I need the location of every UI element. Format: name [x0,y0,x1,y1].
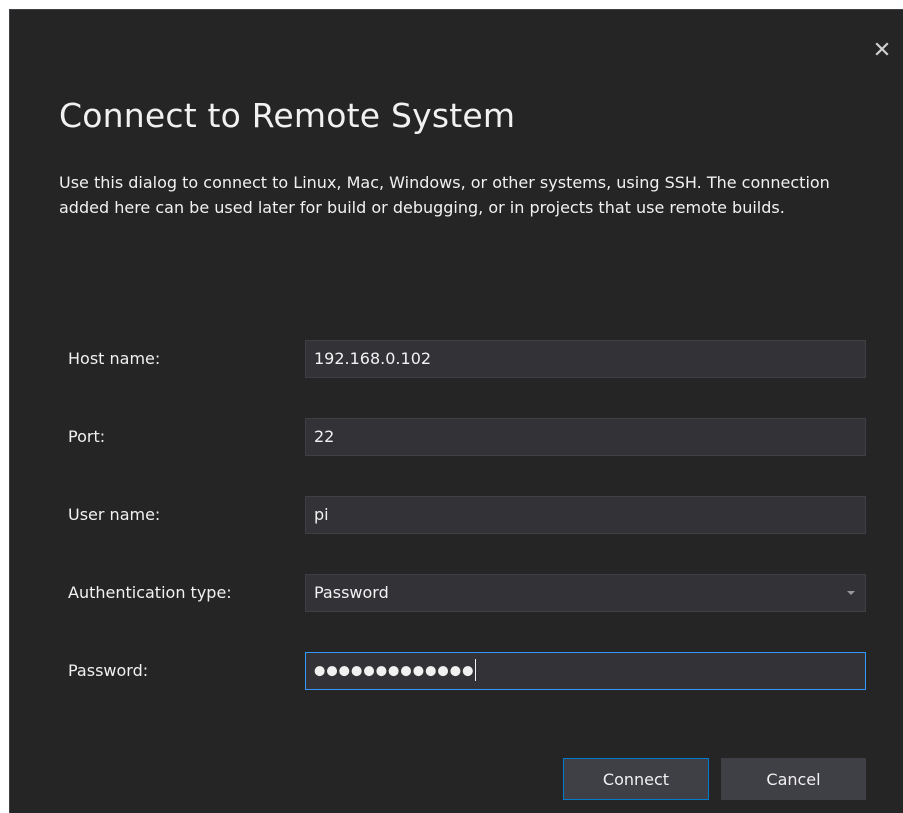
port-label: Port: [68,427,106,446]
port-row: Port: 22 [68,418,868,456]
dialog-title: Connect to Remote System [59,96,516,135]
chevron-down-icon [847,591,855,595]
user-name-value: pi [314,505,329,524]
connect-remote-dialog: Connect to Remote System Use this dialog… [9,9,903,813]
port-input[interactable]: 22 [305,418,866,456]
auth-type-select[interactable]: Password [305,574,866,612]
connect-button[interactable]: Connect [563,758,709,800]
cancel-button[interactable]: Cancel [721,758,866,800]
host-name-input[interactable]: 192.168.0.102 [305,340,866,378]
user-name-row: User name: pi [68,496,868,534]
host-name-value: 192.168.0.102 [314,349,432,368]
close-icon [875,42,889,56]
auth-type-value: Password [314,583,389,602]
dialog-description: Use this dialog to connect to Linux, Mac… [59,173,830,217]
text-caret [475,658,477,681]
password-value: ●●●●●●●●●●●●● [314,663,475,679]
host-name-row: Host name: 192.168.0.102 [68,340,868,378]
user-name-label: User name: [68,505,161,524]
password-row: Password: ●●●●●●●●●●●●● [68,652,868,690]
password-input[interactable]: ●●●●●●●●●●●●● [305,652,866,690]
host-name-label: Host name: [68,349,161,368]
password-label: Password: [68,661,149,680]
close-button[interactable] [871,38,893,60]
auth-type-label: Authentication type: [68,583,232,602]
port-value: 22 [314,427,335,446]
user-name-input[interactable]: pi [305,496,866,534]
auth-type-row: Authentication type: Password [68,574,868,612]
